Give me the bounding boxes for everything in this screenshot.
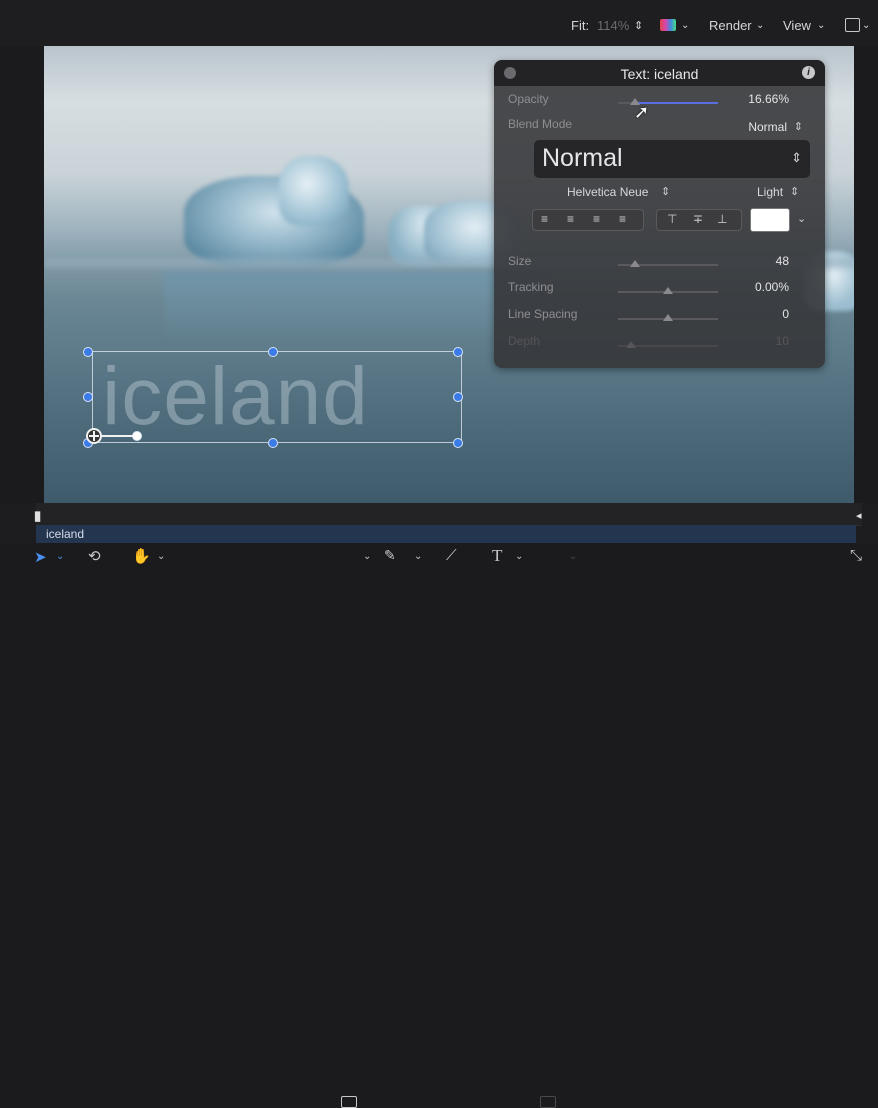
- select-tool-icon[interactable]: ➤: [34, 548, 47, 566]
- transform-handle[interactable]: [268, 438, 278, 448]
- chevron-down-icon[interactable]: ⌄: [414, 551, 422, 562]
- chevron-down-icon[interactable]: ⌄: [515, 551, 523, 562]
- tracking-value[interactable]: 0.00%: [755, 280, 789, 294]
- line-spacing-label: Line Spacing: [508, 307, 578, 321]
- color-channel-icon[interactable]: [660, 19, 676, 31]
- line-spacing-value[interactable]: 0: [782, 307, 789, 321]
- blend-mode-stepper-icon[interactable]: ⇕: [794, 120, 803, 133]
- iceberg-shape: [279, 156, 349, 226]
- transform-handle[interactable]: [83, 347, 93, 357]
- fit-zoom-value[interactable]: 114%: [597, 18, 629, 33]
- font-style-display: Normal: [542, 144, 623, 172]
- align-right-icon[interactable]: ≡: [593, 212, 600, 226]
- text-layer-iceland[interactable]: iceland: [92, 351, 462, 443]
- size-value[interactable]: 48: [776, 254, 789, 268]
- timeline-clip[interactable]: iceland: [36, 525, 856, 543]
- bezier-tool-icon[interactable]: ✎: [384, 547, 396, 564]
- align-top-icon[interactable]: ⊤: [667, 212, 677, 226]
- expand-icon[interactable]: ⤡: [850, 547, 862, 564]
- chevron-down-icon[interactable]: ⌄: [363, 551, 371, 562]
- line-spacing-slider[interactable]: [618, 314, 718, 321]
- text-tool-icon[interactable]: T: [492, 546, 502, 566]
- opacity-slider[interactable]: [618, 98, 718, 105]
- align-center-icon[interactable]: ≡: [567, 212, 574, 226]
- cursor-pointer-icon: ➚: [634, 102, 650, 122]
- transform-handle[interactable]: [453, 392, 463, 402]
- opacity-value[interactable]: 16.66%: [748, 92, 789, 106]
- transform-handle[interactable]: [453, 347, 463, 357]
- timeline-ruler[interactable]: [36, 503, 862, 526]
- hand-tool-icon[interactable]: ✋: [132, 547, 151, 565]
- font-family-stepper-icon[interactable]: ⇕: [661, 185, 670, 198]
- depth-label: Depth: [508, 334, 541, 348]
- font-style-popup[interactable]: Normal ⇕: [534, 140, 810, 178]
- transform-handle[interactable]: [268, 347, 278, 357]
- font-weight-stepper-icon[interactable]: ⇕: [790, 185, 799, 198]
- tracking-label: Tracking: [508, 280, 554, 294]
- vertical-alignment-control[interactable]: ⊤ ∓ ⊥: [656, 209, 742, 231]
- info-icon[interactable]: i: [802, 66, 815, 79]
- chevron-down-icon[interactable]: ⌄: [817, 20, 825, 31]
- chevron-down-icon[interactable]: ⌄: [56, 551, 64, 562]
- chevron-down-icon[interactable]: ⌄: [756, 20, 764, 31]
- font-style-stepper-icon[interactable]: ⇕: [791, 150, 802, 166]
- play-range-start-icon[interactable]: ▮: [34, 508, 41, 524]
- font-weight-select[interactable]: Light: [757, 185, 783, 199]
- render-menu-button[interactable]: Render: [709, 18, 752, 33]
- chevron-down-icon: ⌄: [569, 551, 578, 562]
- hud-title-bar[interactable]: Text: iceland i: [494, 60, 825, 86]
- viewer-toolbar: Fit: 114% ⇕ ⌄ Render ⌄ View ⌄ ⌄: [0, 0, 878, 46]
- view-menu-button[interactable]: View: [783, 18, 811, 33]
- alignment-segmented-control[interactable]: ≡ ≡ ≡ ≡: [532, 209, 644, 231]
- align-justify-icon[interactable]: ≡: [619, 212, 626, 226]
- transform-handle[interactable]: [83, 392, 93, 402]
- opacity-label: Opacity: [508, 92, 549, 106]
- mini-timeline[interactable]: ▮ ◂ iceland: [0, 503, 878, 543]
- fit-label: Fit:: [571, 18, 590, 33]
- chevron-down-icon[interactable]: ⌄: [157, 551, 165, 562]
- mask-tool-icon: [540, 1096, 556, 1108]
- clip-name: iceland: [46, 527, 85, 541]
- play-range-end-icon[interactable]: ◂: [856, 509, 862, 522]
- rotation-handle[interactable]: [132, 431, 142, 441]
- size-label: Size: [508, 254, 532, 268]
- chevron-down-icon[interactable]: ⌄: [797, 212, 806, 225]
- text-color-swatch[interactable]: [750, 208, 790, 232]
- anchor-point-icon[interactable]: [86, 428, 102, 444]
- water-reflection: [164, 271, 544, 341]
- blend-mode-label: Blend Mode: [508, 117, 573, 131]
- hud-title: Text: iceland: [620, 66, 699, 82]
- size-slider[interactable]: [618, 260, 718, 267]
- viewer-layout-icon[interactable]: [845, 18, 860, 32]
- inspector-hud[interactable]: Text: iceland i Opacity ➚ 16.66% Blend M…: [494, 60, 825, 368]
- align-bottom-icon[interactable]: ⊥: [717, 212, 727, 226]
- shape-tool-icon[interactable]: [341, 1096, 357, 1108]
- chevron-down-icon[interactable]: ⌄: [862, 20, 870, 31]
- align-middle-icon[interactable]: ∓: [693, 212, 703, 226]
- orbit-tool-icon[interactable]: ⟲: [88, 547, 101, 565]
- tool-bar: ➤ ⌄ ⟲ ✋ ⌄ ⌄ ✎ ⌄ ⟋ T ⌄ ⌄ ⤡: [0, 543, 878, 1108]
- chevron-down-icon[interactable]: ⌄: [681, 20, 689, 31]
- rotation-arm: [102, 435, 136, 437]
- align-left-icon[interactable]: ≡: [541, 212, 548, 226]
- font-family-select[interactable]: Helvetica Neue: [567, 185, 648, 199]
- paint-stroke-tool-icon[interactable]: ⟋: [446, 547, 457, 564]
- depth-value: 10: [775, 334, 789, 348]
- text-layer-content: iceland: [102, 351, 369, 442]
- depth-slider: [618, 341, 718, 348]
- fit-stepper-icon[interactable]: ⇕: [634, 19, 643, 32]
- blend-mode-value[interactable]: Normal: [748, 120, 787, 134]
- tracking-slider[interactable]: [618, 287, 718, 294]
- transform-handle[interactable]: [453, 438, 463, 448]
